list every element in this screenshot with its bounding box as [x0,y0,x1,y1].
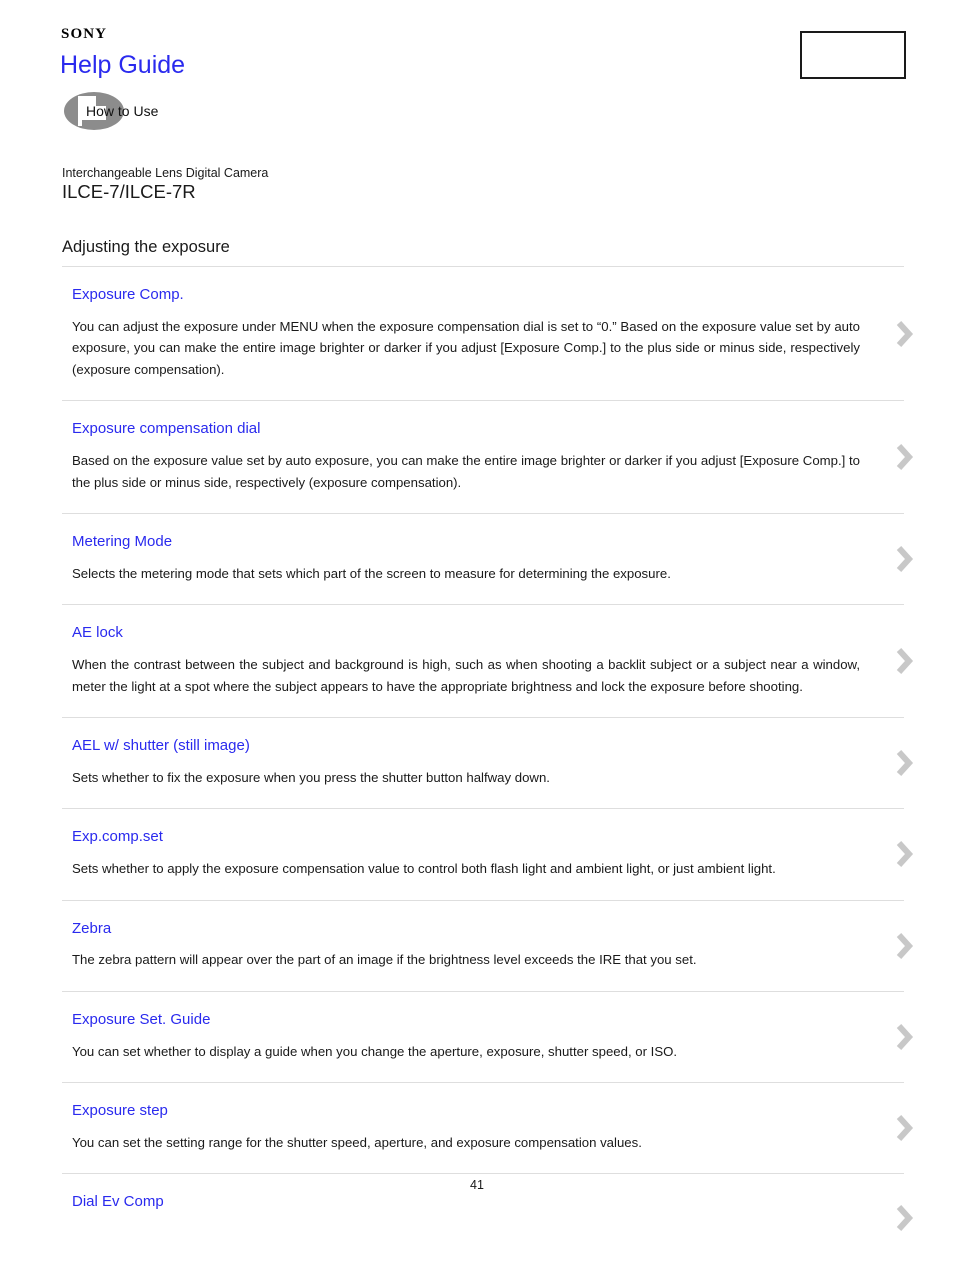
chevron-right-icon[interactable] [892,744,918,782]
chevron-right-icon[interactable] [892,642,918,680]
topic-link[interactable]: AE lock [72,624,123,643]
list-item[interactable]: Exposure Set. Guide You can set whether … [62,990,914,1082]
topic-description: Sets whether to apply the exposure compe… [72,861,776,876]
list-item[interactable]: AE lock When the contrast between the su… [62,604,914,717]
chevron-right-icon[interactable] [892,438,918,476]
topic-description: You can adjust the exposure under MENU w… [72,318,860,377]
chevron-right-icon[interactable] [892,1018,918,1056]
product-model: ILCE-7/ILCE-7R [62,181,196,202]
chevron-right-icon[interactable] [892,927,918,965]
page-title: Help Guide [60,51,186,79]
chevron-right-icon[interactable] [892,540,918,578]
topic-link[interactable]: Exposure compensation dial [72,420,260,439]
topic-description: When the contrast between the subject an… [72,657,860,694]
chevron-right-icon[interactable] [892,1109,918,1147]
topic-description: Based on the exposure value set by auto … [72,453,860,490]
topic-description: You can set whether to display a guide w… [72,1043,678,1059]
topic-link[interactable]: Exp.comp.set [72,828,163,847]
section-title: Adjusting the exposure [62,238,230,256]
list-item[interactable]: Exposure step You can set the setting ra… [62,1082,914,1173]
header-empty-box[interactable] [800,31,906,79]
topic-link[interactable]: AEL w/ shutter (still image) [72,737,250,756]
topic-list: Exposure Comp. You can adjust the exposu… [62,266,914,1261]
list-item[interactable]: Zebra The zebra pattern will appear over… [62,899,914,991]
how-to-use-button[interactable]: How to Use [64,92,158,130]
topic-link[interactable]: Metering Mode [72,533,172,552]
topic-description: Sets whether to fix the exposure when yo… [72,769,550,785]
topic-link[interactable]: Dial Ev Comp [72,1193,164,1212]
topic-description: Selects the metering mode that sets whic… [72,565,671,581]
topic-description: The zebra pattern will appear over the p… [72,952,697,968]
list-item[interactable]: Exposure Comp. You can adjust the exposu… [62,266,914,400]
product-kind: Interchangeable Lens Digital Camera [62,166,269,180]
chevron-right-icon[interactable] [892,1199,918,1237]
list-item[interactable]: Metering Mode Selects the metering mode … [62,513,914,604]
topic-description: You can set the setting range for the sh… [72,1134,642,1150]
list-item[interactable]: Exposure compensation dial Based on the … [62,400,914,513]
how-to-use-label: How to Use [86,103,159,119]
sony-logo: SONY [61,26,108,42]
page-number: 41 [470,1178,484,1192]
topic-link[interactable]: Exposure Set. Guide [72,1011,210,1030]
topic-link[interactable]: Exposure Comp. [72,286,184,305]
list-item[interactable]: AEL w/ shutter (still image) Sets whethe… [62,717,914,808]
topic-link[interactable]: Exposure step [72,1102,168,1121]
topic-link[interactable]: Zebra [72,920,111,939]
help-guide-page: SONY Help Guide How to Use Interchangeab… [0,0,954,1235]
chevron-right-icon[interactable] [892,315,918,353]
chevron-right-icon[interactable] [892,835,918,873]
list-item[interactable]: Exp.comp.set Sets whether to apply the e… [62,808,914,899]
